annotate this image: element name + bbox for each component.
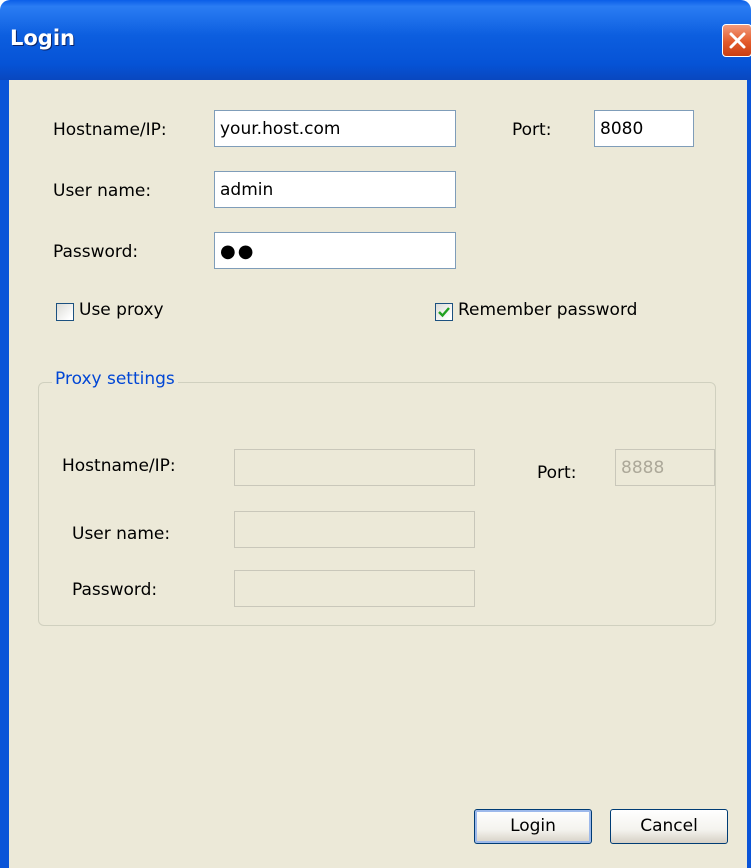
proxy-password-input[interactable] (234, 570, 475, 607)
proxy-port-label: Port: (537, 463, 577, 483)
cancel-button[interactable]: Cancel (610, 809, 728, 844)
username-input[interactable]: admin (214, 171, 456, 208)
close-button[interactable] (722, 24, 751, 57)
window-title: Login (10, 26, 75, 50)
use-proxy-checkbox[interactable] (56, 303, 74, 321)
port-input[interactable]: 8080 (594, 110, 694, 147)
port-label: Port: (512, 120, 552, 140)
hostname-input[interactable]: your.host.com (214, 110, 456, 147)
login-dialog: Login Hostname/IP: your.host.com Port: 8… (0, 0, 751, 868)
proxy-username-label: User name: (72, 524, 171, 544)
proxy-settings-title: Proxy settings (52, 369, 178, 389)
password-label: Password: (53, 242, 139, 262)
window-frame-left (0, 80, 9, 868)
window-frame-right (747, 80, 751, 868)
proxy-password-label: Password: (72, 580, 158, 600)
dialog-body: Hostname/IP: your.host.com Port: 8080 Us… (9, 80, 747, 868)
title-bar[interactable]: Login (0, 0, 751, 80)
proxy-username-input[interactable] (234, 511, 475, 548)
proxy-port-input[interactable]: 8888 (615, 449, 715, 486)
login-button[interactable]: Login (474, 809, 592, 844)
remember-password-checkbox[interactable] (435, 303, 453, 321)
hostname-label: Hostname/IP: (53, 120, 167, 140)
use-proxy-label[interactable]: Use proxy (79, 300, 164, 320)
username-label: User name: (53, 181, 152, 201)
password-input[interactable]: ●● (214, 232, 456, 269)
proxy-hostname-label: Hostname/IP: (62, 456, 176, 476)
proxy-hostname-input[interactable] (234, 449, 475, 486)
remember-password-label[interactable]: Remember password (458, 300, 637, 320)
